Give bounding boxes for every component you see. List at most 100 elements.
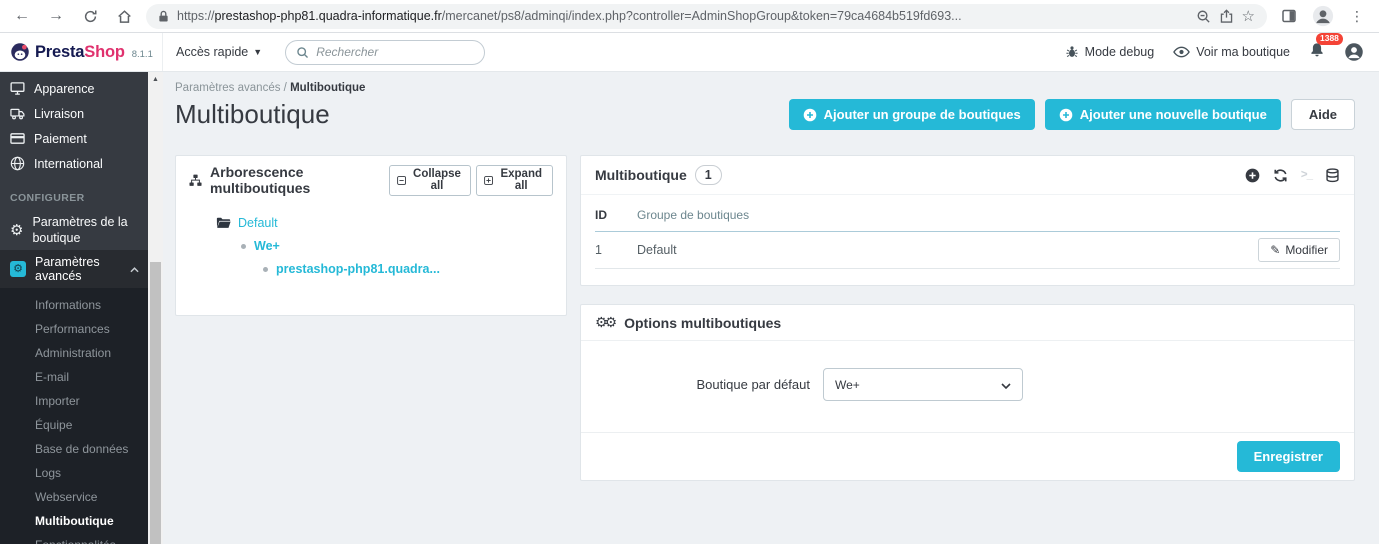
zoom-out-icon[interactable]: [1196, 9, 1211, 24]
search-input[interactable]: [316, 45, 475, 59]
refresh-icon[interactable]: [1273, 168, 1288, 183]
search-icon: [296, 46, 309, 59]
multistore-tree-panel: Arborescence multiboutiques Collapse all…: [175, 155, 567, 316]
sidebar-item-apparence[interactable]: Apparence: [0, 76, 148, 101]
save-button[interactable]: Enregistrer: [1236, 441, 1340, 472]
default-shop-label: Boutique par défaut: [696, 377, 810, 392]
quick-access-dropdown[interactable]: Accès rapide ▼: [176, 45, 262, 59]
default-shop-select[interactable]: We+: [823, 368, 1023, 401]
sitemap-icon: [189, 174, 202, 186]
gears-icon: ⚙⚙: [595, 314, 617, 330]
submenu-item-base-de-donnees[interactable]: Base de données: [0, 437, 148, 461]
version-label: 8.1.1: [131, 48, 153, 60]
modify-button[interactable]: ✎ Modifier: [1258, 238, 1340, 262]
sidebar-item-parametres-boutique[interactable]: ⚙ Paramètres de la boutique: [0, 211, 148, 250]
help-button[interactable]: Aide: [1290, 99, 1355, 130]
breadcrumb-parent[interactable]: Paramètres avancés: [175, 82, 280, 94]
bug-icon: [1066, 46, 1078, 57]
list-panel-title: Multiboutique: [595, 167, 687, 183]
sidebar-scrollbar[interactable]: ▲: [148, 72, 163, 544]
submenu-item-fonctionnalites[interactable]: Fonctionnalités nouvelles et expérimenta…: [0, 533, 148, 544]
shop-groups-panel: Multiboutique 1 >_ ID Groupe de boutique…: [580, 155, 1355, 286]
cell-id: 1: [595, 243, 602, 257]
forward-icon[interactable]: →: [44, 4, 68, 28]
scrollbar-thumb[interactable]: [150, 262, 161, 544]
notifications-bell[interactable]: 1388: [1309, 32, 1343, 63]
plus-circle-icon: [1059, 108, 1073, 121]
url-text: https://prestashop-php81.quadra-informat…: [177, 9, 962, 23]
account-avatar[interactable]: [1344, 42, 1364, 62]
main-content: Paramètres avancés / Multiboutique Multi…: [163, 72, 1379, 544]
sidebar: Apparence Livraison Paiement Internation…: [0, 72, 148, 544]
tree-node-default[interactable]: Default: [238, 216, 278, 230]
scrollbar-up-arrow-icon[interactable]: ▲: [148, 72, 163, 83]
search-box[interactable]: [285, 39, 486, 65]
prestashop-mascot-icon: [11, 43, 29, 61]
advanced-gear-icon: ⚙: [10, 261, 26, 278]
browser-menu-icon[interactable]: ⋮: [1345, 4, 1369, 28]
submenu-item-informations[interactable]: Informations: [0, 293, 148, 317]
tree-node-group[interactable]: We+: [254, 239, 280, 253]
square-plus-icon: [484, 175, 494, 185]
credit-card-icon: [10, 133, 25, 144]
submenu-item-logs[interactable]: Logs: [0, 461, 148, 485]
chevron-down-icon: [1001, 378, 1011, 392]
database-icon[interactable]: [1325, 167, 1340, 183]
reload-icon[interactable]: [78, 4, 102, 28]
sidebar-item-parametres-avances[interactable]: ⚙ Paramètres avancés: [0, 250, 148, 289]
browser-profile-avatar[interactable]: [1311, 4, 1335, 28]
submenu-item-importer[interactable]: Importer: [0, 389, 148, 413]
tree-panel-title: Arborescence multiboutiques: [210, 164, 311, 196]
multistore-options-panel: ⚙⚙ Options multiboutiques Boutique par d…: [580, 304, 1355, 481]
desktop-icon: [10, 82, 25, 95]
bookmark-star-icon[interactable]: ☆: [1242, 7, 1255, 25]
terminal-icon[interactable]: >_: [1301, 169, 1313, 181]
count-badge: 1: [694, 165, 722, 185]
submenu-item-email[interactable]: E-mail: [0, 365, 148, 389]
square-minus-icon: [397, 175, 407, 185]
truck-icon: [10, 108, 25, 120]
screen: ← → https://prestashop-php81.quadra-info…: [0, 0, 1379, 544]
browser-chrome: ← → https://prestashop-php81.quadra-info…: [0, 0, 1379, 33]
chevron-up-icon: [130, 262, 139, 276]
plus-circle-icon: [803, 108, 816, 121]
tree-node-shop[interactable]: prestashop-php81.quadra...: [276, 262, 440, 276]
add-icon[interactable]: [1245, 168, 1260, 183]
bullet-icon: [263, 266, 268, 272]
page-title: Multiboutique: [175, 99, 330, 129]
submenu-item-multiboutique[interactable]: Multiboutique: [0, 509, 148, 533]
collapse-all-button[interactable]: Collapse all: [389, 164, 472, 196]
bullet-icon: [241, 243, 246, 249]
home-icon[interactable]: [112, 4, 136, 28]
column-header-id: ID: [595, 208, 607, 222]
add-new-shop-button[interactable]: Ajouter une nouvelle boutique: [1044, 99, 1281, 130]
mode-debug[interactable]: Mode debug: [1065, 45, 1154, 59]
shop-groups-table: ID Groupe de boutiques 1 Default ✎ Modif…: [581, 195, 1354, 285]
cell-group: Default: [637, 243, 677, 257]
advanced-submenu: Informations Performances Administration…: [0, 288, 148, 544]
side-panel-icon[interactable]: [1277, 4, 1301, 28]
submenu-item-webservice[interactable]: Webservice: [0, 485, 148, 509]
submenu-item-equipe[interactable]: Équipe: [0, 413, 148, 437]
sidebar-item-livraison[interactable]: Livraison: [0, 101, 148, 126]
lock-icon: [158, 10, 169, 23]
address-bar[interactable]: https://prestashop-php81.quadra-informat…: [146, 3, 1267, 29]
view-my-shop[interactable]: Voir ma boutique: [1173, 45, 1290, 59]
sidebar-item-paiement[interactable]: Paiement: [0, 126, 148, 151]
expand-all-button[interactable]: Expand all: [476, 164, 553, 196]
add-shop-group-button[interactable]: Ajouter un groupe de boutiques: [788, 99, 1035, 130]
share-icon[interactable]: [1219, 8, 1234, 24]
table-row: 1 Default ✎ Modifier: [595, 232, 1340, 269]
submenu-item-performances[interactable]: Performances: [0, 317, 148, 341]
prestashop-logo[interactable]: PrestaShop 8.1.1: [0, 33, 163, 71]
sidebar-section-configurer: CONFIGURER: [10, 192, 85, 204]
gear-icon: ⚙: [10, 222, 24, 240]
sidebar-item-international[interactable]: International: [0, 151, 148, 176]
eye-icon: [1173, 46, 1191, 58]
brand-name: PrestaShop: [35, 42, 125, 61]
open-folder-icon: [216, 217, 231, 229]
globe-icon: [10, 156, 25, 171]
chevron-down-icon: ▼: [253, 47, 263, 57]
back-icon[interactable]: ←: [10, 4, 34, 28]
submenu-item-administration[interactable]: Administration: [0, 341, 148, 365]
